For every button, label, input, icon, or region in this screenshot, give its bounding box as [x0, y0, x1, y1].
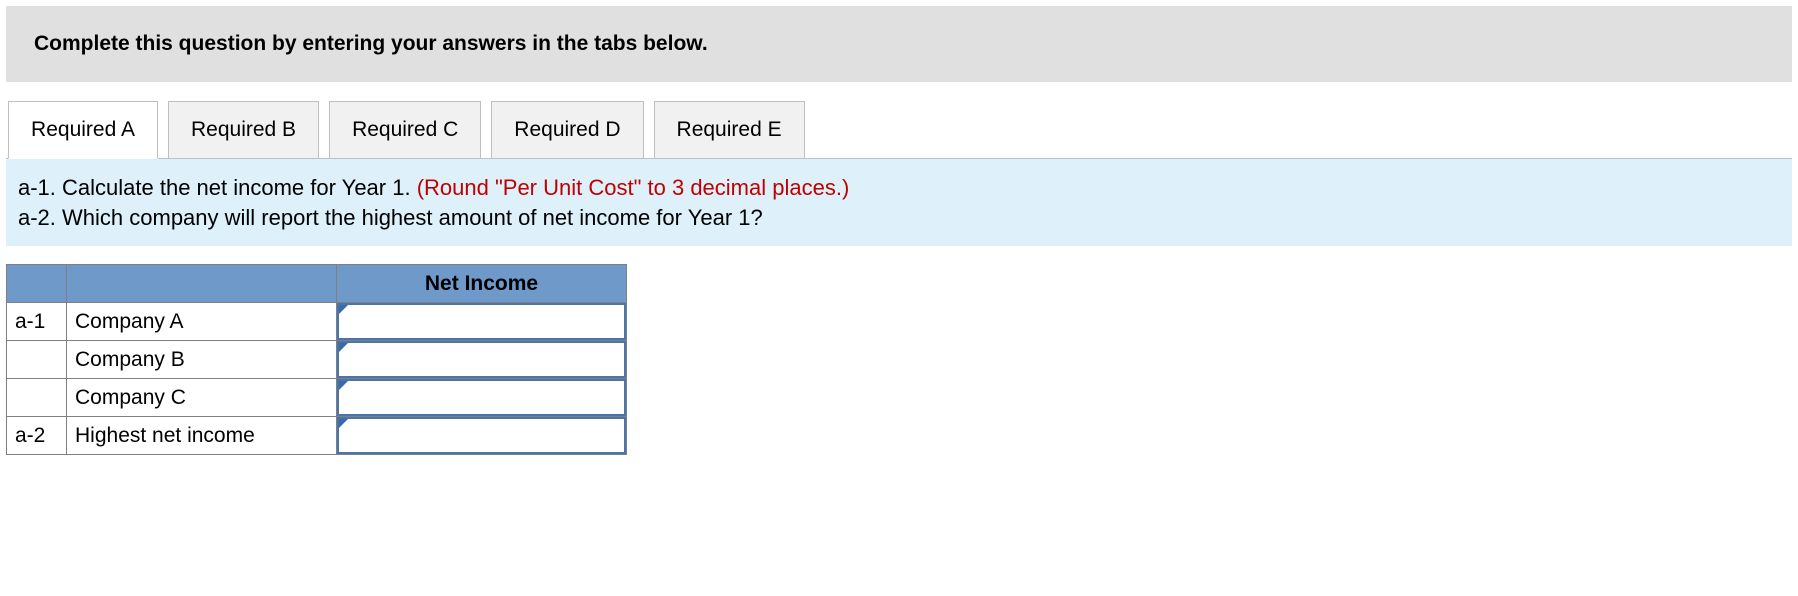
prompt-line1: a-1. Calculate the net income for Year 1…	[18, 175, 417, 200]
tab-required-a[interactable]: Required A	[8, 101, 158, 159]
table-row: Company C	[7, 379, 627, 417]
row-part: a-2	[7, 417, 67, 455]
tab-required-c[interactable]: Required C	[329, 101, 481, 159]
net-income-input[interactable]	[337, 303, 626, 340]
net-income-input[interactable]	[337, 341, 626, 378]
row-label: Company C	[67, 379, 337, 417]
header-blank-label	[67, 265, 337, 303]
answer-table: Net Income a-1 Company A Company B Compa…	[6, 264, 627, 455]
prompt-line1-hint: (Round "Per Unit Cost" to 3 decimal plac…	[417, 175, 850, 200]
header-net-income: Net Income	[337, 265, 627, 303]
tab-bar: Required A Required B Required C Require…	[6, 100, 1792, 158]
row-part: a-1	[7, 303, 67, 341]
tab-required-d[interactable]: Required D	[491, 101, 643, 159]
row-part	[7, 341, 67, 379]
net-income-input[interactable]	[337, 379, 626, 416]
header-blank-part	[7, 265, 67, 303]
prompt-panel: a-1. Calculate the net income for Year 1…	[6, 158, 1792, 246]
highest-net-income-input[interactable]	[337, 417, 626, 454]
instruction-banner: Complete this question by entering your …	[6, 6, 1792, 82]
table-row: a-1 Company A	[7, 303, 627, 341]
row-label: Company B	[67, 341, 337, 379]
tab-required-b[interactable]: Required B	[168, 101, 319, 159]
table-row: Company B	[7, 341, 627, 379]
tab-required-e[interactable]: Required E	[654, 101, 805, 159]
row-part	[7, 379, 67, 417]
row-label: Highest net income	[67, 417, 337, 455]
table-row: a-2 Highest net income	[7, 417, 627, 455]
row-label: Company A	[67, 303, 337, 341]
prompt-line2: a-2. Which company will report the highe…	[18, 205, 763, 230]
